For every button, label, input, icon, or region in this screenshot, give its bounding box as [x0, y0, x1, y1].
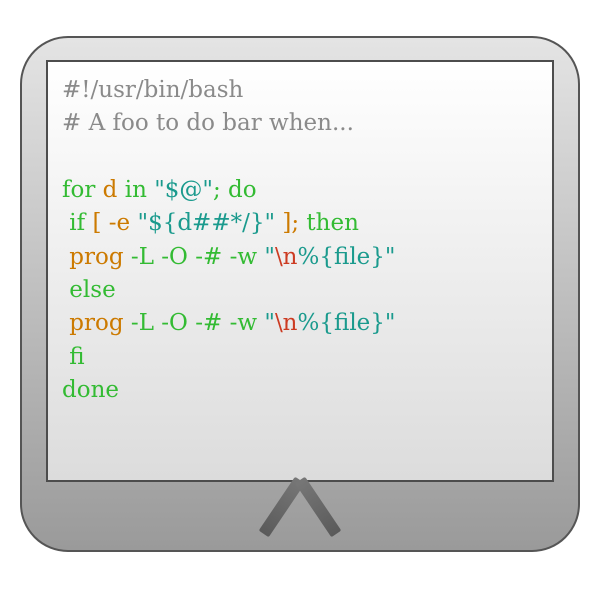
args-string: "$@" [154, 177, 213, 203]
prog-flags-2: -L -O -# -w [124, 310, 265, 336]
if-keyword: if [62, 210, 85, 236]
comment-line: # A foo to do bar when... [62, 110, 354, 136]
param-expansion: "${d##*/}" [137, 210, 275, 236]
test-open: [ -e [85, 210, 137, 236]
in-keyword: in [125, 177, 154, 203]
test-close: ]; [275, 210, 306, 236]
escape-2: \n [275, 310, 298, 336]
fmt-rest-2: %{file}" [298, 310, 396, 336]
q-open-2: " [264, 310, 275, 336]
q-open-1: " [264, 244, 275, 270]
terminal-monitor: #!/usr/bin/bash # A foo to do bar when..… [20, 36, 580, 552]
for-keyword: for [62, 177, 95, 203]
fi-keyword: fi [62, 344, 85, 370]
done-keyword: done [62, 377, 119, 403]
do-keyword: ; do [213, 177, 257, 203]
else-keyword: else [62, 277, 116, 303]
loop-var: d [95, 177, 124, 203]
escape-1: \n [275, 244, 298, 270]
prog-cmd-2: prog [62, 310, 124, 336]
terminal-screen: #!/usr/bin/bash # A foo to do bar when..… [46, 60, 554, 482]
fmt-rest-1: %{file}" [298, 244, 396, 270]
bash-script-code: #!/usr/bin/bash # A foo to do bar when..… [62, 74, 538, 407]
shebang-line: #!/usr/bin/bash [62, 77, 243, 103]
prog-flags-1: -L -O -# -w [124, 244, 265, 270]
then-keyword: then [306, 210, 358, 236]
monitor-stand-icon [272, 484, 328, 540]
prog-cmd-1: prog [62, 244, 124, 270]
